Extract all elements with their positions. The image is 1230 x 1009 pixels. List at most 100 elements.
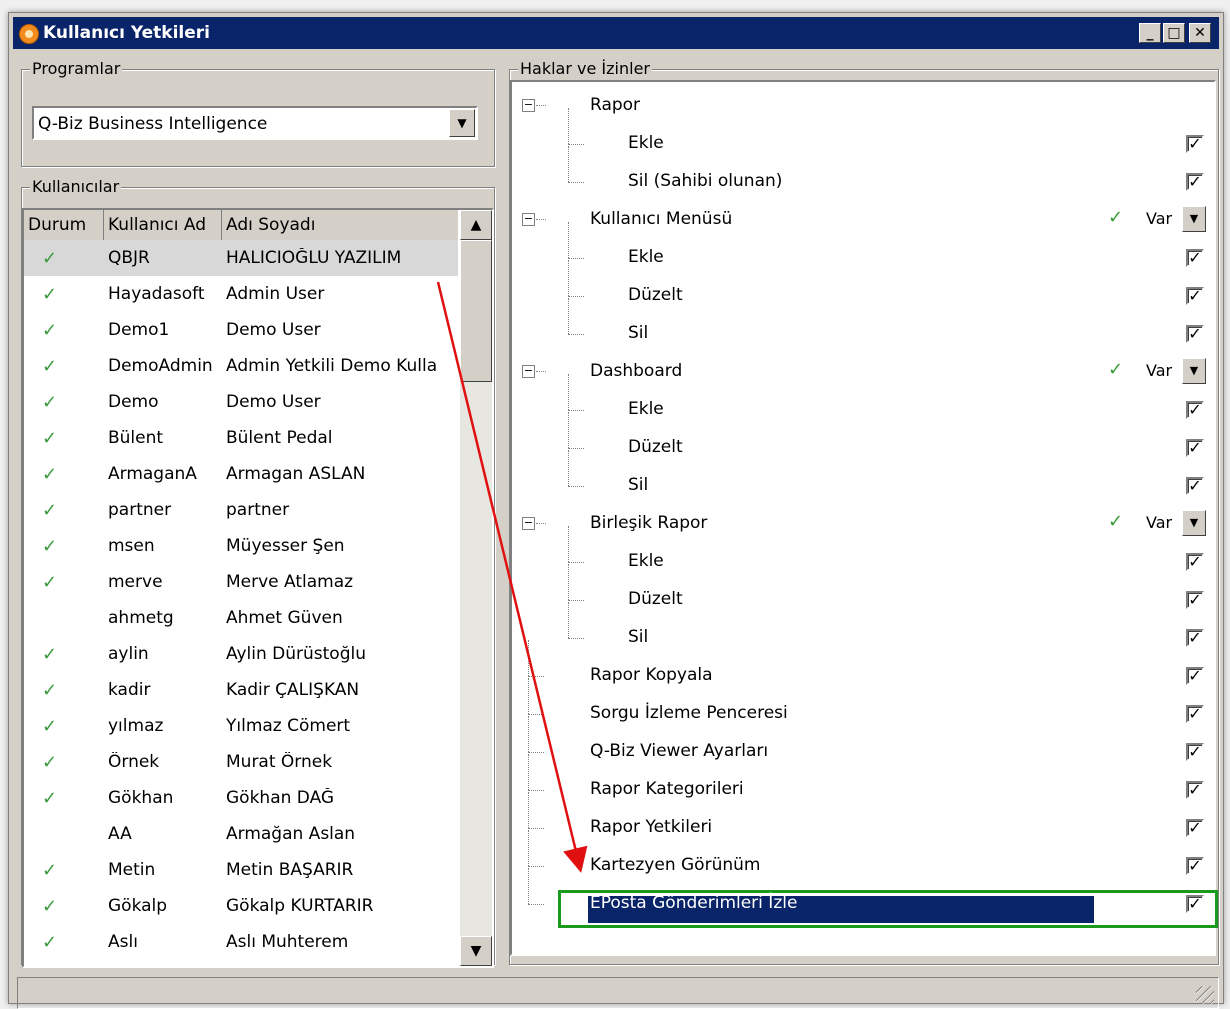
collapse-icon[interactable]: − xyxy=(522,99,535,112)
table-row[interactable]: ✓ Hayadasoft Admin User xyxy=(24,276,458,312)
table-row[interactable]: ✓ yılmaz Yılmaz Cömert xyxy=(24,708,458,744)
table-row[interactable]: ✓ Demo Demo User xyxy=(24,384,458,420)
permission-checkbox[interactable]: ✓ xyxy=(1186,401,1204,419)
username-cell: DemoAdmin xyxy=(108,356,213,376)
tree-child-label[interactable]: Düzelt xyxy=(628,285,683,305)
table-row[interactable]: ✓ Metin Metin BAŞARIR xyxy=(24,852,458,888)
tree-node-label[interactable]: Rapor Yetkileri xyxy=(590,817,712,837)
tree-node-label[interactable]: Kullanıcı Menüsü xyxy=(590,209,732,229)
tree-child-label[interactable]: Ekle xyxy=(628,399,664,419)
tree-connector xyxy=(568,258,584,259)
permission-checkbox[interactable]: ✓ xyxy=(1186,173,1204,191)
permission-checkbox[interactable]: ✓ xyxy=(1186,705,1204,723)
permission-checkbox[interactable]: ✓ xyxy=(1186,249,1204,267)
table-row[interactable]: ✓ Aslı Aslı Muhterem xyxy=(24,924,458,960)
permission-checkbox[interactable]: ✓ xyxy=(1186,743,1204,761)
table-row[interactable]: ahmetg Ahmet Güven xyxy=(24,600,458,636)
tree-connector xyxy=(528,754,529,790)
permission-checkbox[interactable]: ✓ xyxy=(1186,135,1204,153)
scroll-down-icon[interactable]: ▼ xyxy=(460,936,492,966)
permission-checkbox[interactable]: ✓ xyxy=(1186,477,1204,495)
tree-child-label[interactable]: Sil xyxy=(628,323,648,343)
permission-checkbox[interactable]: ✓ xyxy=(1186,857,1204,875)
username-cell: Gökhan xyxy=(108,788,174,808)
permission-checkbox[interactable]: ✓ xyxy=(1186,553,1204,571)
table-row[interactable]: AA Armağan Aslan xyxy=(24,816,458,852)
var-dropdown-chevron-icon[interactable]: ▼ xyxy=(1182,510,1206,536)
permission-checkbox[interactable]: ✓ xyxy=(1186,667,1204,685)
fullname-cell: Gökalp KURTARIR xyxy=(226,896,374,916)
table-row[interactable]: ✓ Demo1 Demo User xyxy=(24,312,458,348)
minimize-button[interactable]: _ xyxy=(1139,23,1161,43)
column-header-fullname[interactable]: Adı Soyadı xyxy=(222,210,458,240)
tree-child-label[interactable]: Düzelt xyxy=(628,589,683,609)
table-row[interactable]: ✓ msen Müyesser Şen xyxy=(24,528,458,564)
tree-node-label[interactable]: EPosta Gönderimleri İzle xyxy=(590,893,797,913)
tree-child-label[interactable]: Düzelt xyxy=(628,437,683,457)
collapse-icon[interactable]: − xyxy=(522,517,535,530)
fullname-cell: Gökhan DAĞ xyxy=(226,788,335,808)
collapse-icon[interactable]: − xyxy=(522,365,535,378)
tree-node-label[interactable]: Sorgu İzleme Penceresi xyxy=(590,703,788,723)
var-label: Var xyxy=(1146,209,1173,228)
table-row[interactable]: ✓ Gökalp Gökalp KURTARIR xyxy=(24,888,458,924)
var-dropdown-chevron-icon[interactable]: ▼ xyxy=(1182,358,1206,384)
tree-node-label[interactable]: Birleşik Rapor xyxy=(590,513,707,533)
tree-connector xyxy=(568,412,569,448)
table-row[interactable]: ✓ Örnek Murat Örnek xyxy=(24,744,458,780)
tree-connector xyxy=(568,448,584,449)
tree-node-label[interactable]: Rapor Kopyala xyxy=(590,665,713,685)
column-header-username[interactable]: Kullanıcı Ad xyxy=(104,210,222,240)
tree-node-label[interactable]: Q-Biz Viewer Ayarları xyxy=(590,741,768,761)
tree-child-label[interactable]: Sil xyxy=(628,627,648,647)
rights-tree[interactable]: − Rapor Ekle ✓ Sil (Sahibi olunan) ✓ − Kullanıc… xyxy=(510,80,1216,956)
chevron-down-icon[interactable]: ▼ xyxy=(449,109,475,137)
permission-checkbox[interactable]: ✓ xyxy=(1186,629,1204,647)
status-check-icon: ✓ xyxy=(42,248,58,269)
tree-node-label[interactable]: Dashboard xyxy=(590,361,682,381)
username-cell: aylin xyxy=(108,644,149,664)
table-row[interactable]: ✓ DemoAdmin Admin Yetkili Demo Kulla xyxy=(24,348,458,384)
permission-checkbox[interactable]: ✓ xyxy=(1186,781,1204,799)
users-scrollbar[interactable]: ▲ ▼ xyxy=(460,210,492,966)
tree-child-label[interactable]: Ekle xyxy=(628,247,664,267)
scroll-up-icon[interactable]: ▲ xyxy=(460,210,492,240)
fullname-cell: Armagan ASLAN xyxy=(226,464,366,484)
scroll-thumb[interactable] xyxy=(460,240,492,382)
tree-connector xyxy=(568,182,584,183)
tree-connector xyxy=(528,716,529,752)
permission-checkbox[interactable]: ✓ xyxy=(1186,591,1204,609)
tree-child-label[interactable]: Sil xyxy=(628,475,648,495)
maximize-button[interactable]: □ xyxy=(1163,23,1185,43)
close-button[interactable]: ✕ xyxy=(1189,23,1211,43)
permission-checkbox[interactable]: ✓ xyxy=(1186,895,1204,913)
table-row[interactable]: ✓ ArmaganA Armagan ASLAN xyxy=(24,456,458,492)
title-bar[interactable]: Kullanıcı Yetkileri _ □ ✕ xyxy=(13,17,1219,49)
tree-node-label[interactable]: Rapor Kategorileri xyxy=(590,779,744,799)
tree-node-label[interactable]: Kartezyen Görünüm xyxy=(590,855,760,875)
permission-checkbox[interactable]: ✓ xyxy=(1186,439,1204,457)
permission-checkbox[interactable]: ✓ xyxy=(1186,325,1204,343)
users-list[interactable]: Durum Kullanıcı Ad Adı Soyadı ✓ QBJR HALIC… xyxy=(22,208,494,968)
permission-checkbox[interactable]: ✓ xyxy=(1186,287,1204,305)
table-row[interactable]: ✓ aylin Aylin Dürüstoğlu xyxy=(24,636,458,672)
resize-grip-icon[interactable] xyxy=(1196,986,1214,1004)
tree-node-label[interactable]: Rapor xyxy=(590,95,640,115)
permission-checkbox[interactable]: ✓ xyxy=(1186,819,1204,837)
column-header-status[interactable]: Durum xyxy=(24,210,104,240)
table-row[interactable]: ✓ merve Merve Atlamaz xyxy=(24,564,458,600)
tree-connector xyxy=(528,676,544,677)
table-row[interactable]: ✓ kadir Kadir ÇALIŞKAN xyxy=(24,672,458,708)
table-row[interactable]: ✓ partner partner xyxy=(24,492,458,528)
table-row[interactable]: ✓ Bülent Bülent Pedal xyxy=(24,420,458,456)
tree-child-label[interactable]: Sil (Sahibi olunan) xyxy=(628,171,782,191)
table-row[interactable]: ✓ Gökhan Gökhan DAĞ xyxy=(24,780,458,816)
var-dropdown-chevron-icon[interactable]: ▼ xyxy=(1182,206,1206,232)
tree-child-label[interactable]: Ekle xyxy=(628,551,664,571)
table-row[interactable]: ✓ QBJR HALICIOĞLU YAZILIM xyxy=(24,240,458,276)
program-select[interactable]: Q-Biz Business Intelligence ▼ xyxy=(32,106,478,140)
tree-child-label[interactable]: Ekle xyxy=(628,133,664,153)
collapse-icon[interactable]: − xyxy=(522,213,535,226)
fullname-cell: Merve Atlamaz xyxy=(226,572,354,592)
tree-connector xyxy=(568,638,584,639)
